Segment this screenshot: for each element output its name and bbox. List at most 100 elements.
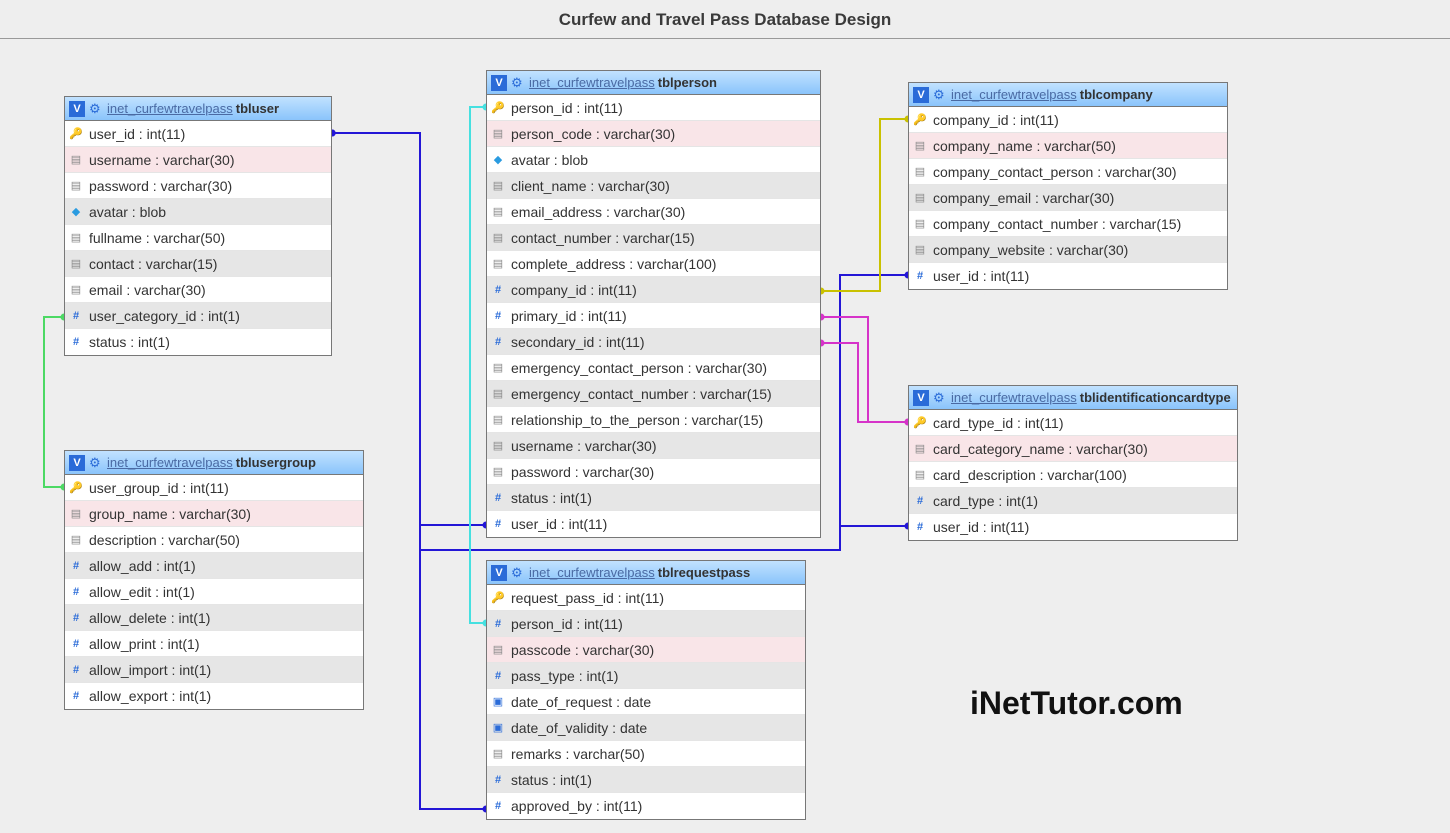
column-label: user_id : int(11) <box>933 268 1029 284</box>
num-icon: # <box>491 773 505 787</box>
column-row[interactable]: #company_id : int(11) <box>487 277 820 303</box>
blob-icon: ◆ <box>491 153 505 167</box>
column-row[interactable]: ◆avatar : blob <box>65 199 331 225</box>
column-row[interactable]: ▤ contact_number : varchar(15) <box>487 225 820 251</box>
column-label: client_name : varchar(30) <box>511 178 670 194</box>
column-row[interactable]: #status : int(1) <box>487 485 820 511</box>
column-row[interactable]: #card_type : int(1) <box>909 488 1237 514</box>
watermark: iNetTutor.com <box>970 685 1183 722</box>
column-row[interactable]: #allow_print : int(1) <box>65 631 363 657</box>
column-label: contact_number : varchar(15) <box>511 230 695 246</box>
column-row[interactable]: ▤company_contact_number : varchar(15) <box>909 211 1227 237</box>
idx-icon: ▤ <box>491 127 505 141</box>
pk-icon: 🔑 <box>491 101 505 115</box>
column-label: person_id : int(11) <box>511 616 623 632</box>
column-row[interactable]: #status : int(1) <box>487 767 805 793</box>
column-row[interactable]: ▤relationship_to_the_person : varchar(15… <box>487 407 820 433</box>
db-table-tblidcardtype[interactable]: V⚙inet_curfewtravelpasstblidentification… <box>908 385 1238 541</box>
gear-icon[interactable]: ⚙ <box>511 566 525 580</box>
db-table-tblperson[interactable]: V⚙inet_curfewtravelpasstblperson🔑person_… <box>486 70 821 538</box>
column-row[interactable]: 🔑user_id : int(11) <box>65 121 331 147</box>
column-row[interactable]: #user_category_id : int(1) <box>65 303 331 329</box>
idx-icon: ▤ <box>69 179 83 193</box>
column-row[interactable]: ▤company_contact_person : varchar(30) <box>909 159 1227 185</box>
table-header[interactable]: V⚙inet_curfewtravelpasstbluser <box>65 97 331 121</box>
column-row[interactable]: ▤username : varchar(30) <box>65 147 331 173</box>
column-row[interactable]: #allow_add : int(1) <box>65 553 363 579</box>
column-row[interactable]: ▤emergency_contact_person : varchar(30) <box>487 355 820 381</box>
idx-icon: ▤ <box>491 439 505 453</box>
num-icon: # <box>69 611 83 625</box>
column-row[interactable]: 🔑person_id : int(11) <box>487 95 820 121</box>
db-table-tblusergroup[interactable]: V⚙inet_curfewtravelpasstblusergroup🔑user… <box>64 450 364 710</box>
gear-icon[interactable]: ⚙ <box>933 391 947 405</box>
gear-icon[interactable]: ⚙ <box>933 88 947 102</box>
table-header[interactable]: V⚙inet_curfewtravelpasstblcompany <box>909 83 1227 107</box>
table-header[interactable]: V⚙inet_curfewtravelpasstblrequestpass <box>487 561 805 585</box>
column-row[interactable]: ▤company_name : varchar(50) <box>909 133 1227 159</box>
relation-line <box>821 343 908 422</box>
column-row[interactable]: ▤client_name : varchar(30) <box>487 173 820 199</box>
column-row[interactable]: 🔑company_id : int(11) <box>909 107 1227 133</box>
column-row[interactable]: ▤password : varchar(30) <box>487 459 820 485</box>
db-table-tblcompany[interactable]: V⚙inet_curfewtravelpasstblcompany🔑compan… <box>908 82 1228 290</box>
column-row[interactable]: 🔑card_type_id : int(11) <box>909 410 1237 436</box>
column-row[interactable]: ▣date_of_validity : date <box>487 715 805 741</box>
column-row[interactable]: ▣date_of_request : date <box>487 689 805 715</box>
column-row[interactable]: ▤description : varchar(50) <box>65 527 363 553</box>
column-row[interactable]: #pass_type : int(1) <box>487 663 805 689</box>
column-row[interactable]: ▤passcode : varchar(30) <box>487 637 805 663</box>
db-table-tbluser[interactable]: V⚙inet_curfewtravelpasstbluser🔑user_id :… <box>64 96 332 356</box>
table-header[interactable]: V⚙inet_curfewtravelpasstblusergroup <box>65 451 363 475</box>
column-row[interactable]: #user_id : int(11) <box>487 511 820 537</box>
column-row[interactable]: ▤email : varchar(30) <box>65 277 331 303</box>
column-row[interactable]: #secondary_id : int(11) <box>487 329 820 355</box>
column-label: company_email : varchar(30) <box>933 190 1114 206</box>
column-row[interactable]: ◆avatar : blob <box>487 147 820 173</box>
gear-icon[interactable]: ⚙ <box>89 456 103 470</box>
column-row[interactable]: 🔑request_pass_id : int(11) <box>487 585 805 611</box>
column-row[interactable]: ▤card_category_name : varchar(30) <box>909 436 1237 462</box>
relation-line <box>470 107 486 623</box>
column-row[interactable]: #allow_delete : int(1) <box>65 605 363 631</box>
column-row[interactable]: ▤company_email : varchar(30) <box>909 185 1227 211</box>
column-row[interactable]: ▤contact : varchar(15) <box>65 251 331 277</box>
column-row[interactable]: #allow_export : int(1) <box>65 683 363 709</box>
column-row[interactable]: ▤person_code : varchar(30) <box>487 121 820 147</box>
column-row[interactable]: #user_id : int(11) <box>909 514 1237 540</box>
table-name-label: tblidentificationcardtype <box>1080 390 1231 405</box>
column-row[interactable]: ▤card_description : varchar(100) <box>909 462 1237 488</box>
table-header[interactable]: V⚙inet_curfewtravelpasstblidentification… <box>909 386 1237 410</box>
idx-icon: ▤ <box>913 217 927 231</box>
column-label: fullname : varchar(50) <box>89 230 225 246</box>
gear-icon[interactable]: ⚙ <box>89 102 103 116</box>
idx-icon: ▤ <box>491 231 505 245</box>
column-row[interactable]: #person_id : int(11) <box>487 611 805 637</box>
column-label: email_address : varchar(30) <box>511 204 685 220</box>
gear-icon[interactable]: ⚙ <box>511 76 525 90</box>
column-label: user_group_id : int(11) <box>89 480 229 496</box>
column-row[interactable]: ▤remarks : varchar(50) <box>487 741 805 767</box>
column-row[interactable]: ▤username : varchar(30) <box>487 433 820 459</box>
column-row[interactable]: ▤complete_address : varchar(100) <box>487 251 820 277</box>
column-row[interactable]: ▤ password : varchar(30) <box>65 173 331 199</box>
column-row[interactable]: ▤email_address : varchar(30) <box>487 199 820 225</box>
table-header[interactable]: V⚙inet_curfewtravelpasstblperson <box>487 71 820 95</box>
column-row[interactable]: ▤fullname : varchar(50) <box>65 225 331 251</box>
column-row[interactable]: 🔑user_group_id : int(11) <box>65 475 363 501</box>
column-row[interactable]: #user_id : int(11) <box>909 263 1227 289</box>
column-row[interactable]: #allow_edit : int(1) <box>65 579 363 605</box>
column-row[interactable]: #primary_id : int(11) <box>487 303 820 329</box>
v-badge-icon: V <box>69 455 85 471</box>
column-row[interactable]: ▤group_name : varchar(30) <box>65 501 363 527</box>
column-row[interactable]: #approved_by : int(11) <box>487 793 805 819</box>
column-label: password : varchar(30) <box>89 178 232 194</box>
column-row[interactable]: #allow_import : int(1) <box>65 657 363 683</box>
db-table-tblrequestpass[interactable]: V⚙inet_curfewtravelpasstblrequestpass🔑re… <box>486 560 806 820</box>
column-label: primary_id : int(11) <box>511 308 627 324</box>
column-label: company_id : int(11) <box>933 112 1059 128</box>
column-row[interactable]: #status : int(1) <box>65 329 331 355</box>
column-row[interactable]: ▤emergency_contact_number : varchar(15) <box>487 381 820 407</box>
relation-line <box>44 317 64 487</box>
column-row[interactable]: ▤company_website : varchar(30) <box>909 237 1227 263</box>
